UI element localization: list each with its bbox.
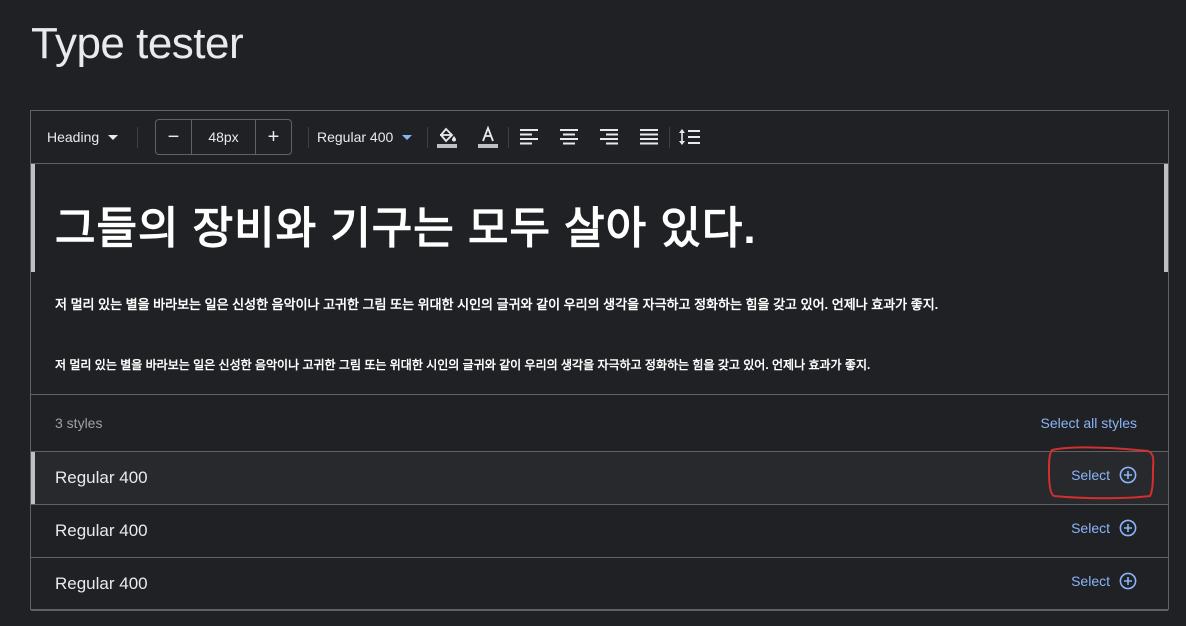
divider bbox=[427, 127, 428, 148]
select-all-styles-button[interactable]: Select all styles bbox=[1041, 415, 1137, 431]
add-circle-icon bbox=[1119, 466, 1137, 484]
select-label: Select bbox=[1071, 573, 1110, 589]
page-title: Type tester bbox=[31, 19, 244, 68]
add-circle-icon bbox=[1119, 572, 1137, 590]
active-style-indicator bbox=[31, 164, 35, 272]
preview-heading-text[interactable]: 그들의 장비와 기구는 모두 살아 있다. bbox=[55, 192, 757, 256]
decrease-size-button[interactable]: − bbox=[156, 120, 192, 154]
style-dropdown-label: Heading bbox=[47, 129, 100, 145]
add-circle-icon bbox=[1119, 519, 1137, 537]
style-name: Regular 400 bbox=[55, 521, 148, 540]
row-hover-indicator bbox=[31, 452, 35, 504]
chevron-down-icon bbox=[402, 135, 413, 140]
align-left-icon[interactable] bbox=[517, 125, 541, 149]
type-preview-area: 그들의 장비와 기구는 모두 살아 있다. 저 멀리 있는 별을 바라보는 일은… bbox=[31, 164, 1168, 395]
divider bbox=[508, 127, 509, 148]
preview-body-text-small[interactable]: 저 멀리 있는 별을 바라보는 일은 신성한 음악이나 고귀한 그림 또는 위대… bbox=[55, 356, 870, 373]
select-label: Select bbox=[1071, 520, 1110, 536]
increase-size-button[interactable]: + bbox=[255, 120, 291, 154]
scrollbar[interactable] bbox=[1164, 164, 1168, 272]
text-color-icon[interactable] bbox=[476, 125, 500, 149]
divider bbox=[137, 127, 138, 148]
weight-dropdown[interactable]: Regular 400 bbox=[317, 111, 413, 163]
chevron-down-icon bbox=[108, 135, 119, 140]
styles-count: 3 styles bbox=[55, 415, 103, 431]
divider bbox=[669, 127, 670, 148]
select-style-button[interactable]: Select bbox=[1071, 572, 1137, 590]
style-row: Regular 400 Select bbox=[31, 505, 1168, 558]
weight-dropdown-label: Regular 400 bbox=[317, 129, 394, 145]
line-height-icon[interactable] bbox=[678, 125, 702, 149]
align-right-icon[interactable] bbox=[597, 125, 621, 149]
style-row: Regular 400 Select bbox=[31, 558, 1168, 611]
font-size-stepper: − 48px + bbox=[155, 119, 292, 155]
select-label: Select bbox=[1071, 467, 1110, 483]
divider bbox=[308, 127, 309, 148]
type-tester-panel: Heading − 48px + Regular 400 그들의 장비와 기구는… bbox=[30, 110, 1169, 611]
style-row: Regular 400 Select bbox=[31, 452, 1168, 505]
style-name: Regular 400 bbox=[55, 574, 148, 593]
align-center-icon[interactable] bbox=[557, 125, 581, 149]
select-style-button[interactable]: Select bbox=[1071, 519, 1137, 537]
style-name: Regular 400 bbox=[55, 468, 148, 487]
style-dropdown[interactable]: Heading bbox=[47, 111, 119, 163]
styles-header: 3 styles Select all styles bbox=[31, 395, 1168, 452]
font-size-value[interactable]: 48px bbox=[192, 120, 255, 154]
align-justify-icon[interactable] bbox=[637, 125, 661, 149]
type-toolbar: Heading − 48px + Regular 400 bbox=[31, 111, 1168, 164]
fill-color-icon[interactable] bbox=[435, 125, 459, 149]
select-style-button[interactable]: Select bbox=[1071, 466, 1137, 484]
preview-body-text[interactable]: 저 멀리 있는 별을 바라보는 일은 신성한 음악이나 고귀한 그림 또는 위대… bbox=[55, 294, 938, 313]
